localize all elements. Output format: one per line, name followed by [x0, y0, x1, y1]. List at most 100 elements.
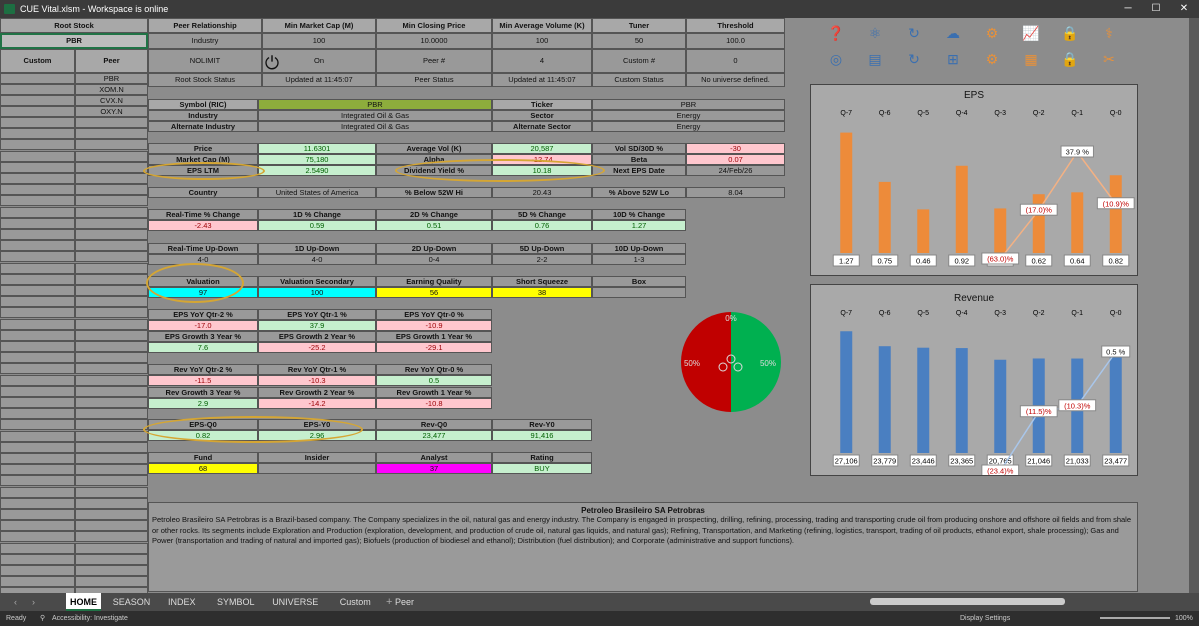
empty-cell[interactable]	[0, 173, 75, 184]
empty-cell[interactable]	[75, 520, 148, 532]
refresh-icon-2[interactable]: ↻	[904, 50, 924, 68]
empty-cell[interactable]	[0, 318, 75, 330]
peer-cell[interactable]: CVX.N	[75, 95, 148, 106]
lock-icon-2[interactable]: 🔒	[1060, 50, 1080, 68]
empty-cell[interactable]	[75, 173, 148, 184]
top-row4-cell[interactable]: Root Stock Status	[148, 73, 262, 87]
empty-cell[interactable]	[75, 486, 148, 498]
empty-cell[interactable]	[75, 117, 148, 128]
empty-cell[interactable]	[75, 565, 148, 576]
top-row2-cell[interactable]: 10.0000	[376, 33, 492, 49]
top-row4-cell[interactable]: No universe defined.	[686, 73, 785, 87]
satellite-icon[interactable]: ◎	[826, 50, 846, 68]
empty-cell[interactable]	[0, 475, 75, 487]
empty-cell[interactable]	[0, 128, 75, 140]
add-sheet-icon[interactable]: +	[382, 593, 396, 611]
refresh-icon[interactable]: ↻	[904, 24, 924, 42]
empty-cell[interactable]	[75, 128, 148, 140]
tab-prev-icon[interactable]: ‹	[10, 593, 21, 611]
empty-cell[interactable]	[75, 251, 148, 263]
empty-cell[interactable]	[75, 576, 148, 588]
top-row3-cell[interactable]: Peer #	[376, 49, 492, 73]
empty-cell[interactable]	[0, 240, 75, 252]
empty-cell[interactable]	[75, 195, 148, 207]
empty-cell[interactable]	[75, 240, 148, 252]
peer-cell[interactable]: OXY.N	[75, 106, 148, 117]
status-display-settings[interactable]: Display Settings	[960, 611, 1010, 626]
lock-icon[interactable]: 🔒	[1060, 24, 1080, 42]
empty-cell[interactable]	[75, 542, 148, 554]
empty-cell[interactable]	[75, 464, 148, 476]
top-row2-cell[interactable]: Industry	[148, 33, 262, 49]
empty-cell[interactable]	[75, 441, 148, 453]
lungs-icon[interactable]: ⚕	[1099, 24, 1119, 42]
empty-cell[interactable]	[0, 430, 75, 442]
empty-cell[interactable]	[0, 352, 75, 364]
top-row4-cell[interactable]: Peer Status	[376, 73, 492, 87]
empty-cell[interactable]	[0, 150, 75, 162]
peer-cell[interactable]: XOM.N	[75, 84, 148, 95]
worksheet[interactable]: Root Stock PBR Custom Peer PBR XOM.N CVX.N…	[0, 18, 1189, 593]
empty-cell[interactable]	[0, 576, 75, 588]
empty-cell[interactable]	[0, 553, 75, 565]
vertical-scrollbar[interactable]	[1189, 18, 1199, 593]
custom-cell[interactable]	[0, 95, 75, 106]
tab-home[interactable]: HOME	[66, 593, 101, 611]
empty-cell[interactable]	[0, 195, 75, 207]
tab-next-icon[interactable]: ›	[28, 593, 39, 611]
top-row2-cell[interactable]: 100	[492, 33, 592, 49]
empty-cell[interactable]	[75, 531, 148, 543]
help-icon[interactable]: ❓	[826, 24, 846, 42]
empty-cell[interactable]	[75, 329, 148, 341]
tab-custom[interactable]: Custom	[336, 593, 375, 611]
top-row2-cell[interactable]: 100	[262, 33, 376, 49]
empty-cell[interactable]	[0, 486, 75, 498]
empty-cell[interactable]	[75, 497, 148, 509]
empty-cell[interactable]	[75, 553, 148, 565]
empty-cell[interactable]	[0, 363, 75, 375]
empty-cell[interactable]	[75, 296, 148, 308]
tools-icon[interactable]: ✂	[1099, 50, 1119, 68]
empty-cell[interactable]	[75, 509, 148, 520]
empty-cell[interactable]	[75, 184, 148, 196]
empty-cell[interactable]	[0, 374, 75, 386]
table-icon[interactable]: ▦	[1021, 50, 1041, 68]
empty-cell[interactable]	[75, 285, 148, 296]
line-chart-icon[interactable]: 📈	[1021, 24, 1041, 42]
symbol-value[interactable]: PBR	[258, 99, 492, 110]
status-accessibility[interactable]: Accessibility: Investigate	[52, 611, 128, 626]
empty-cell[interactable]	[0, 139, 75, 151]
empty-cell[interactable]	[75, 307, 148, 319]
empty-cell[interactable]	[75, 453, 148, 464]
custom-cell[interactable]	[0, 106, 75, 117]
top-row3-cell[interactable]: 4	[492, 49, 592, 73]
empty-cell[interactable]	[0, 262, 75, 274]
close-icon[interactable]: ✕	[1170, 0, 1198, 18]
empty-cell[interactable]	[75, 430, 148, 442]
empty-cell[interactable]	[0, 453, 75, 464]
document-icon[interactable]: ▤	[865, 50, 885, 68]
empty-cell[interactable]	[75, 397, 148, 408]
empty-cell[interactable]	[75, 419, 148, 431]
empty-cell[interactable]	[0, 565, 75, 576]
empty-cell[interactable]	[75, 363, 148, 375]
empty-cell[interactable]	[0, 285, 75, 296]
empty-cell[interactable]	[0, 251, 75, 263]
empty-cell[interactable]	[75, 341, 148, 352]
empty-cell[interactable]	[75, 352, 148, 364]
empty-cell[interactable]	[75, 262, 148, 274]
empty-cell[interactable]	[0, 329, 75, 341]
empty-cell[interactable]	[75, 475, 148, 487]
empty-cell[interactable]	[0, 408, 75, 420]
power-icon[interactable]: ⏻	[262, 53, 282, 73]
empty-cell[interactable]	[75, 318, 148, 330]
empty-cell[interactable]	[0, 464, 75, 476]
empty-cell[interactable]	[75, 229, 148, 240]
empty-cell[interactable]	[0, 296, 75, 308]
empty-cell[interactable]	[0, 509, 75, 520]
empty-cell[interactable]	[0, 341, 75, 352]
empty-cell[interactable]	[75, 408, 148, 420]
empty-cell[interactable]	[75, 273, 148, 285]
empty-cell[interactable]	[0, 520, 75, 532]
top-row3-cell[interactable]: 0	[686, 49, 785, 73]
